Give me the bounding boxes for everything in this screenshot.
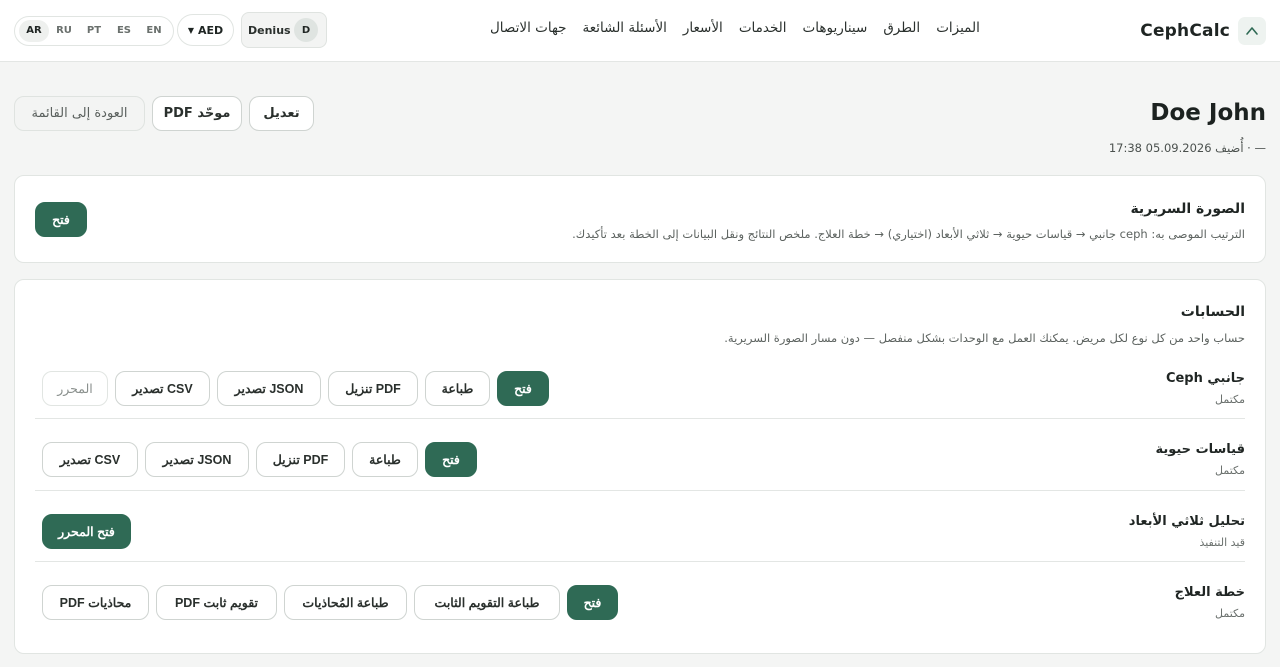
row-3d-analysis-title: تحليل ثلاثي الأبعاد [1128, 514, 1245, 529]
open-3d-editor-button[interactable]: فتح المحرر [42, 514, 131, 549]
top-navigation-bar: CephCalc الميزات الطرق سيناريوهات الخدما… [0, 0, 1280, 62]
print-aligners-button[interactable]: طباعة المُحاذيات [284, 585, 407, 620]
nav-features[interactable]: الميزات [936, 20, 980, 36]
caret-up-logo-icon [1238, 17, 1266, 45]
biometrics-export-json-button[interactable]: تصدير JSON [145, 442, 249, 477]
lang-pt[interactable]: PT [79, 20, 109, 42]
calculations-title: الحسابات [1180, 304, 1245, 320]
print-fixed-appliance-button[interactable]: طباعة التقويم الثابت [414, 585, 560, 620]
ceph-export-csv-button[interactable]: تصدير CSV [115, 371, 210, 406]
calculations-card: الحسابات حساب واحد من كل نوع لكل مريض. ي… [14, 279, 1266, 654]
row-biometrics-title: قياسات حيوية [1155, 442, 1245, 457]
row-divider [35, 490, 1245, 491]
clinical-picture-title: الصورة السريرية [1130, 201, 1245, 217]
lang-ar[interactable]: AR [19, 20, 49, 42]
calculations-description: حساب واحد من كل نوع لكل مريض. يمكنك العم… [724, 331, 1245, 345]
language-switcher: AR RU PT ES EN [14, 16, 174, 46]
aligners-pdf-button[interactable]: PDF محاذيات [42, 585, 149, 620]
nav-services[interactable]: الخدمات [739, 20, 787, 36]
nav-contacts[interactable]: جهات الاتصال [490, 20, 567, 36]
treatment-open-button[interactable]: فتح [567, 585, 618, 620]
patient-name: Doe John [1150, 100, 1266, 126]
brand[interactable]: CephCalc [1140, 16, 1266, 46]
biometrics-print-button[interactable]: طباعة [352, 442, 418, 477]
row-lateral-ceph-status: مكتمل [1215, 393, 1245, 406]
nav-scenarios[interactable]: سيناريوهات [803, 20, 868, 36]
currency-select[interactable]: ▼ AED [177, 14, 234, 46]
avatar: D [294, 18, 318, 42]
row-lateral-ceph-title: Ceph جانبي [1165, 371, 1245, 386]
edit-button[interactable]: تعديل [249, 96, 314, 131]
lang-en[interactable]: EN [139, 20, 169, 42]
row-biometrics-status: مكتمل [1215, 464, 1245, 477]
ceph-open-button[interactable]: فتح [497, 371, 549, 406]
lang-es[interactable]: ES [109, 20, 139, 42]
back-to-list-button[interactable]: العودة إلى القائمة [14, 96, 145, 131]
nav-faq[interactable]: الأسئلة الشائعة [583, 20, 667, 36]
row-divider [35, 418, 1245, 419]
ceph-print-button[interactable]: طباعة [425, 371, 490, 406]
ceph-editor-button[interactable]: المحرر [42, 371, 108, 406]
combined-pdf-button[interactable]: PDF موحّد [152, 96, 242, 131]
row-treatment-plan-title: خطة العلاج [1174, 585, 1245, 600]
nav-methods[interactable]: الطرق [883, 20, 920, 36]
user-name: Denius [248, 23, 291, 37]
nav-pricing[interactable]: الأسعار [683, 20, 723, 36]
fixed-appliance-pdf-button[interactable]: PDF تقويم ثابت [156, 585, 277, 620]
biometrics-download-pdf-button[interactable]: تنزيل PDF [256, 442, 345, 477]
main-nav: الميزات الطرق سيناريوهات الخدمات الأسعار… [490, 20, 980, 36]
ceph-download-pdf-button[interactable]: تنزيل PDF [328, 371, 418, 406]
clinical-picture-description: الترتيب الموصى به: ceph جانبي → قياسات ح… [572, 227, 1245, 241]
ceph-export-json-button[interactable]: تصدير JSON [217, 371, 321, 406]
lang-ru[interactable]: RU [49, 20, 79, 42]
brand-name: CephCalc [1140, 21, 1230, 41]
user-menu[interactable]: Denius D [241, 12, 327, 48]
row-divider [35, 561, 1245, 562]
patient-added-date: — · أُضيف 05.09.2026 17:38 [1108, 141, 1266, 155]
currency-value: AED [197, 23, 224, 37]
caret-down-icon: ▼ [187, 25, 194, 35]
biometrics-export-csv-button[interactable]: تصدير CSV [42, 442, 138, 477]
row-3d-analysis-status: قيد التنفيذ [1199, 536, 1245, 549]
clinical-open-button[interactable]: فتح [35, 202, 87, 237]
biometrics-open-button[interactable]: فتح [425, 442, 477, 477]
row-treatment-plan-status: مكتمل [1215, 607, 1245, 620]
clinical-picture-card: الصورة السريرية الترتيب الموصى به: ceph … [14, 175, 1266, 263]
